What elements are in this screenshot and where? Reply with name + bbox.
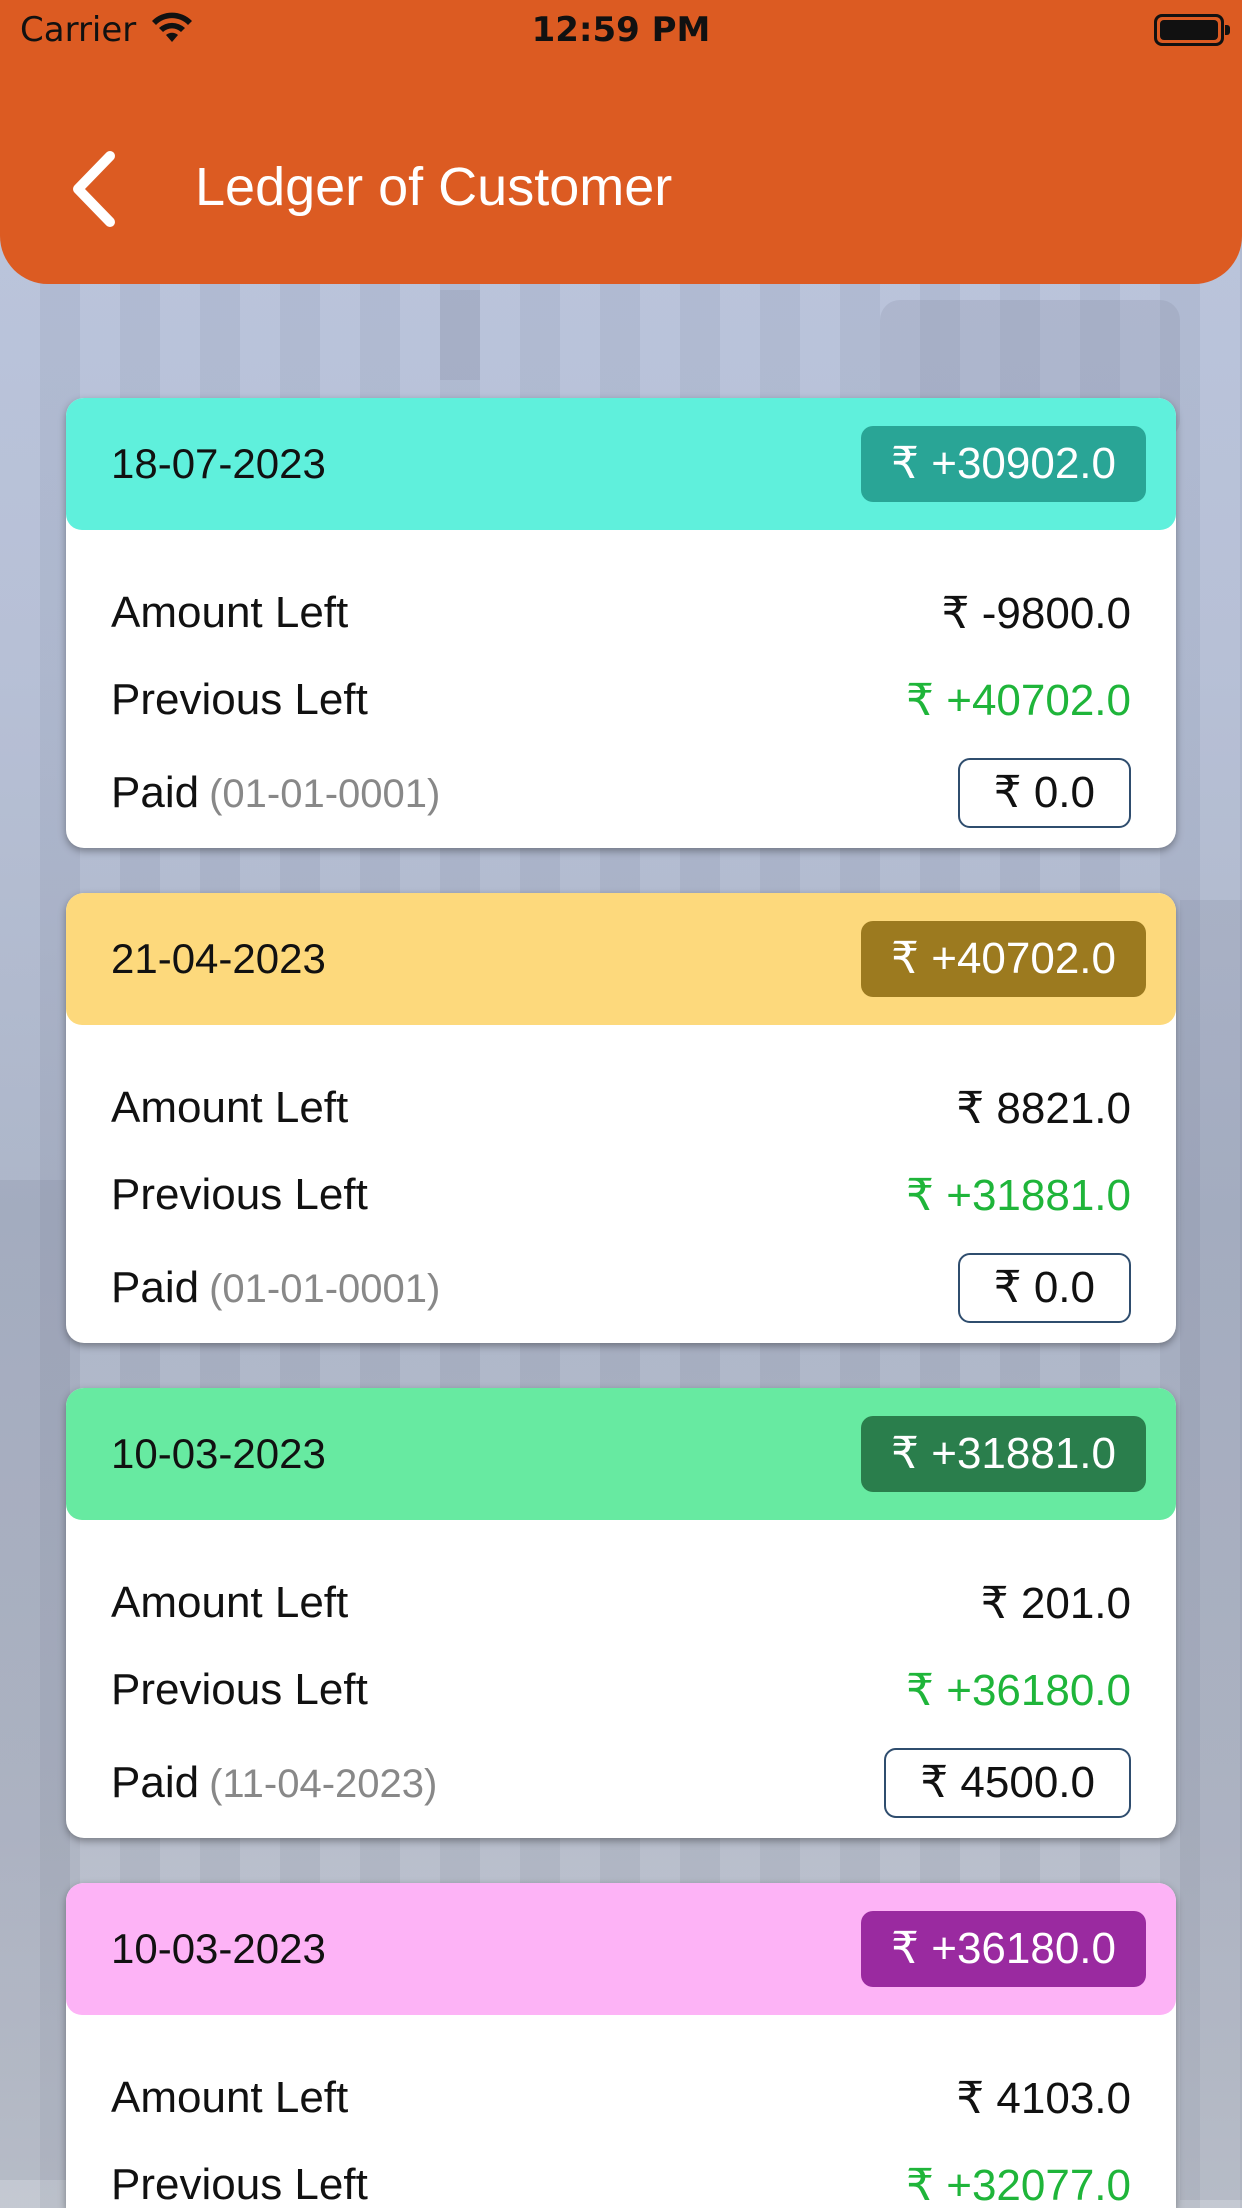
paid-text: Paid <box>111 1263 200 1312</box>
ledger-card[interactable]: 10-03-2023 ₹ +36180.0 Amount Left ₹ 4103… <box>66 1883 1176 2208</box>
app-header: Carrier 12:59 PM Ledger of Customer <box>0 0 1242 284</box>
amount-left-row: Amount Left ₹ 201.0 <box>111 1578 1131 1638</box>
amount-left-label: Amount Left <box>111 1083 349 1132</box>
paid-label: Paid (11-04-2023) <box>111 1758 437 1808</box>
ledger-card-header: 21-04-2023 ₹ +40702.0 <box>66 893 1176 1025</box>
paid-row: Paid (01-01-0001) ₹ 0.0 <box>111 1253 1131 1323</box>
total-badge: ₹ +30902.0 <box>861 426 1146 502</box>
previous-left-value: ₹ +31881.0 <box>906 1171 1131 1220</box>
page-title: Ledger of Customer <box>195 157 673 217</box>
amount-left-value: ₹ 201.0 <box>980 1579 1131 1628</box>
paid-text: Paid <box>111 768 200 817</box>
previous-left-label: Previous Left <box>111 675 368 724</box>
amount-left-label: Amount Left <box>111 1578 349 1627</box>
amount-left-value: ₹ 4103.0 <box>956 2074 1131 2123</box>
ledger-card[interactable]: 10-03-2023 ₹ +31881.0 Amount Left ₹ 201.… <box>66 1388 1176 1838</box>
chevron-left-icon <box>73 151 115 227</box>
entry-date: 10-03-2023 <box>111 1925 326 1972</box>
previous-left-label: Previous Left <box>111 1170 368 1219</box>
ledger-card[interactable]: 21-04-2023 ₹ +40702.0 Amount Left ₹ 8821… <box>66 893 1176 1343</box>
total-badge: ₹ +31881.0 <box>861 1416 1146 1492</box>
paid-text: Paid <box>111 1758 200 1807</box>
amount-left-value: ₹ -9800.0 <box>941 589 1131 638</box>
battery-icon <box>1154 14 1230 46</box>
entry-date: 10-03-2023 <box>111 1430 326 1477</box>
total-badge: ₹ +40702.0 <box>861 921 1146 997</box>
paid-row: Paid (01-01-0001) ₹ 0.0 <box>111 758 1131 828</box>
amount-left-row: Amount Left ₹ 8821.0 <box>111 1083 1131 1143</box>
paid-amount-field[interactable]: ₹ 0.0 <box>957 758 1131 828</box>
ledger-card-header: 18-07-2023 ₹ +30902.0 <box>66 398 1176 530</box>
previous-left-row: Previous Left ₹ +32077.0 <box>111 2160 1131 2208</box>
total-badge: ₹ +36180.0 <box>861 1911 1146 1987</box>
entry-date: 21-04-2023 <box>111 935 326 982</box>
previous-left-value: ₹ +36180.0 <box>906 1666 1131 1715</box>
previous-left-value: ₹ +40702.0 <box>906 676 1131 725</box>
entry-date: 18-07-2023 <box>111 440 326 487</box>
paid-row: Paid (11-04-2023) ₹ 4500.0 <box>111 1748 1131 1818</box>
amount-left-value: ₹ 8821.0 <box>956 1084 1131 1133</box>
amount-left-row: Amount Left ₹ -9800.0 <box>111 588 1131 648</box>
amount-left-label: Amount Left <box>111 2073 349 2122</box>
previous-left-label: Previous Left <box>111 2160 368 2208</box>
amount-left-row: Amount Left ₹ 4103.0 <box>111 2073 1131 2133</box>
back-button[interactable] <box>60 144 130 234</box>
paid-date: (01-01-0001) <box>209 772 441 816</box>
paid-amount-field[interactable]: ₹ 4500.0 <box>884 1748 1131 1818</box>
paid-label: Paid (01-01-0001) <box>111 768 440 818</box>
status-bar: Carrier 12:59 PM <box>0 0 1242 64</box>
previous-left-row: Previous Left ₹ +40702.0 <box>111 675 1131 735</box>
previous-left-value: ₹ +32077.0 <box>906 2161 1131 2208</box>
paid-label: Paid (01-01-0001) <box>111 1263 440 1313</box>
previous-left-row: Previous Left ₹ +36180.0 <box>111 1665 1131 1725</box>
paid-date: (01-01-0001) <box>209 1267 441 1311</box>
status-time: 12:59 PM <box>531 10 711 50</box>
ledger-card-header: 10-03-2023 ₹ +31881.0 <box>66 1388 1176 1520</box>
previous-left-row: Previous Left ₹ +31881.0 <box>111 1170 1131 1230</box>
paid-amount-field[interactable]: ₹ 0.0 <box>957 1253 1131 1323</box>
ledger-card[interactable]: 18-07-2023 ₹ +30902.0 Amount Left ₹ -980… <box>66 398 1176 848</box>
ledger-card-header: 10-03-2023 ₹ +36180.0 <box>66 1883 1176 2015</box>
amount-left-label: Amount Left <box>111 588 349 637</box>
previous-left-label: Previous Left <box>111 1665 368 1714</box>
paid-date: (11-04-2023) <box>209 1762 438 1806</box>
